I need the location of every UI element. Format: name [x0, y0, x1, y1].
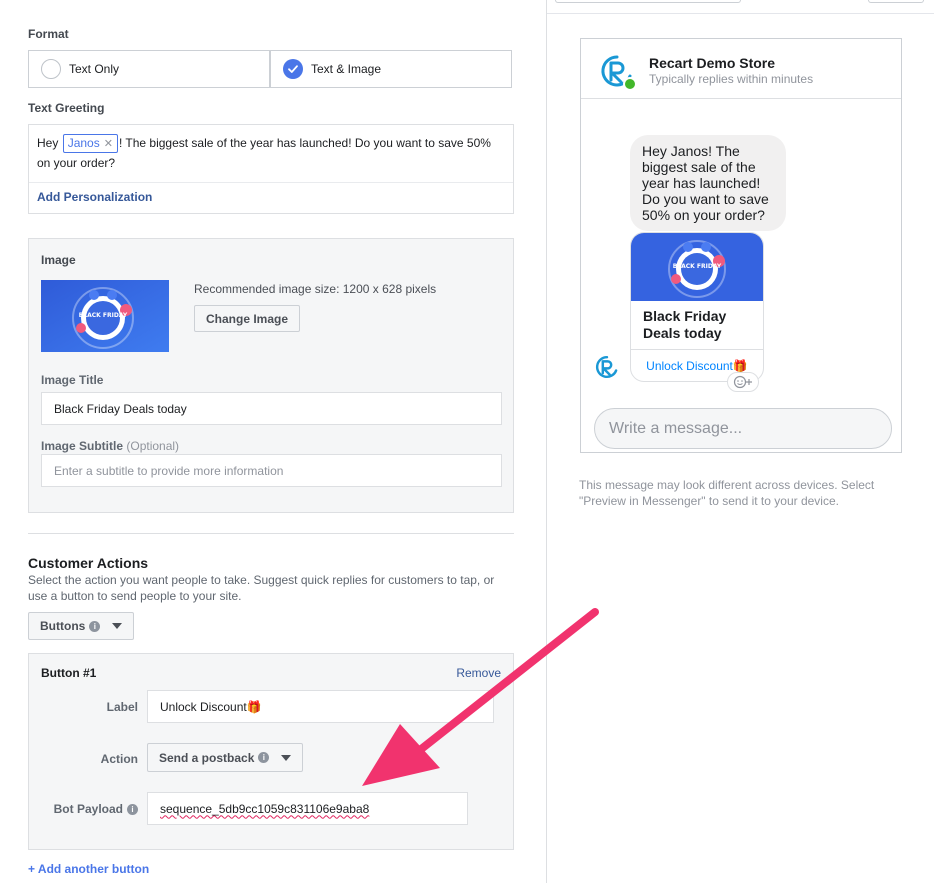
message-bubble: Hey Janos! The biggest sale of the year … [630, 135, 786, 231]
smiley-add-icon [733, 375, 752, 389]
toolbar-button-edge[interactable] [868, 0, 924, 3]
select-value: Send a postback [159, 750, 255, 765]
message-card: BLACK FRIDAY Black Friday Deals today Un… [630, 232, 764, 382]
format-heading: Format [28, 27, 69, 41]
info-icon[interactable]: i [89, 620, 101, 632]
annotation-arrow-icon [362, 608, 599, 786]
bot-payload-label: Bot Payload i [54, 802, 138, 816]
banner-text: BLACK FRIDAY [79, 312, 128, 319]
action-type-dropdown[interactable]: Buttons i [28, 612, 135, 640]
action-field-label: Action [100, 752, 138, 766]
online-status-icon [623, 77, 637, 91]
radio-unchecked-icon[interactable] [41, 59, 61, 79]
caret-down-icon [112, 623, 123, 629]
text-greeting-heading: Text Greeting [28, 101, 105, 115]
messenger-preview: Recart Demo Store Typically replies with… [580, 38, 902, 453]
card-title: Black Friday Deals today [643, 308, 727, 341]
add-another-button-link[interactable]: + Add another button [28, 862, 149, 876]
format-option-label: Text & Image [311, 62, 382, 76]
format-option-text-image[interactable]: Text & Image [270, 50, 512, 88]
change-image-button[interactable]: Change Image [194, 305, 301, 332]
subtitle-label-text: Image Subtitle [41, 439, 124, 453]
recart-logo-icon [595, 355, 618, 378]
personalization-chip[interactable]: Janos ✕ [62, 134, 118, 153]
image-panel: Image BLACK FRIDAY Recommended image siz… [28, 238, 514, 513]
recommended-size-text: Recommended image size: 1200 x 628 pixel… [194, 282, 437, 296]
dropdown-label: Buttons [40, 619, 86, 633]
format-option-text-only[interactable]: Text Only [28, 50, 270, 88]
payload-label-text: Bot Payload [53, 802, 123, 816]
image-subtitle-label: Image Subtitle (Optional) [41, 439, 179, 453]
store-avatar-small [593, 353, 621, 381]
chip-label: Janos [67, 136, 100, 150]
reply-time: Typically replies within minutes [649, 72, 814, 86]
info-icon[interactable]: i [127, 804, 138, 815]
card-banner-text: BLACK FRIDAY [673, 263, 722, 270]
preview-note: This message may look different across d… [579, 478, 875, 508]
image-subtitle-input[interactable]: Enter a subtitle to provide more informa… [41, 454, 502, 487]
toolbar-field-edge[interactable] [555, 0, 741, 3]
image-title-label: Image Title [41, 373, 104, 387]
recart-logo-icon [598, 52, 637, 91]
text-greeting-editor[interactable]: Hey Janos ✕! The biggest sale of the year… [28, 124, 514, 214]
message-compose-input[interactable]: Write a message... [594, 408, 892, 449]
caret-down-icon [281, 754, 292, 761]
image-thumbnail: BLACK FRIDAY [41, 280, 169, 352]
label-field-label: Label [106, 700, 138, 714]
button-1-title: Button #1 [41, 666, 97, 680]
info-icon[interactable]: i [258, 752, 270, 763]
divider [29, 182, 513, 183]
divider [28, 533, 514, 534]
card-image: BLACK FRIDAY [631, 233, 763, 301]
store-avatar [597, 51, 637, 91]
action-type-select[interactable]: Send a postback i [147, 743, 304, 772]
greeting-text[interactable]: Hey Janos ✕! The biggest sale of the year… [37, 133, 507, 173]
image-heading: Image [41, 253, 76, 267]
close-icon[interactable]: ✕ [104, 138, 113, 150]
image-title-input[interactable]: Black Friday Deals today [41, 392, 502, 425]
divider [581, 98, 901, 99]
format-option-label: Text Only [69, 62, 120, 76]
radio-checked-icon[interactable] [283, 59, 303, 79]
optional-tag: (Optional) [126, 439, 180, 453]
customer-actions-heading: Customer Actions [28, 555, 149, 571]
reaction-button[interactable] [727, 372, 759, 392]
greeting-prefix: Hey [37, 136, 62, 150]
payload-value: sequence_5db9cc1059c831106e9aba8 [160, 801, 370, 816]
store-name: Recart Demo Store [649, 55, 776, 71]
divider [547, 13, 934, 14]
add-personalization-link[interactable]: Add Personalization [37, 190, 152, 204]
